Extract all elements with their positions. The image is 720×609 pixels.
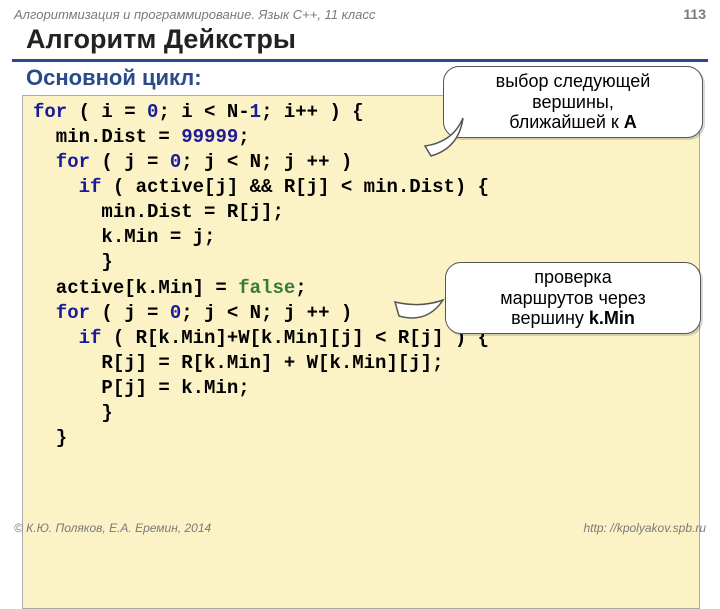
code-num: 0 <box>147 101 158 123</box>
code-text: ; i < N- <box>158 101 249 123</box>
callout-text: проверка <box>534 267 611 287</box>
source-url: http: //kpolyakov.spb.ru <box>583 521 706 535</box>
code-text: active[k.Min] = <box>33 277 238 299</box>
callout-tail-icon <box>393 294 453 344</box>
slide-header: Алгоритмизация и программирование. Язык … <box>0 0 720 24</box>
callout-text: ближайшей к <box>509 112 624 132</box>
callout-tail-icon <box>423 116 473 166</box>
code-text: ; <box>238 126 249 148</box>
callout-text: вершину <box>511 308 589 328</box>
callout-vertex-select: выбор следующей вершины, ближайшей к A <box>443 66 703 138</box>
code-kw: for <box>33 101 67 123</box>
code-text: R[j] = R[k.Min] + W[k.Min][j]; <box>33 352 443 374</box>
authors-label: © К.Ю. Поляков, Е.А. Еремин, 2014 <box>14 521 211 535</box>
code-text: k.Min = j; <box>33 226 215 248</box>
code-text: } <box>33 427 67 449</box>
code-text: ; <box>295 277 306 299</box>
slide-title: Алгоритм Дейкстры <box>12 24 708 62</box>
code-kw: if <box>33 176 101 198</box>
code-text: ; j < N; j ++ ) <box>181 151 352 173</box>
callout-route-check: проверка маршрутов через вершину k.Min <box>445 262 701 334</box>
code-text: ; i++ ) { <box>261 101 364 123</box>
code-num: 1 <box>250 101 261 123</box>
code-text: ( j = <box>90 302 170 324</box>
code-text: ( i = <box>67 101 147 123</box>
code-num: 0 <box>170 151 181 173</box>
code-text: min.Dist = <box>33 126 181 148</box>
code-text: min.Dist = R[j]; <box>33 201 284 223</box>
code-kw: for <box>33 302 90 324</box>
callout-bold: A <box>624 112 637 132</box>
callout-bold: k.Min <box>589 308 635 328</box>
page-number: 113 <box>683 6 706 22</box>
course-label: Алгоритмизация и программирование. Язык … <box>14 7 375 22</box>
callout-text: вершины, <box>532 92 614 112</box>
slide-footer: © К.Ю. Поляков, Е.А. Еремин, 2014 http: … <box>0 521 720 535</box>
code-text: ( active[j] && R[j] < min.Dist) { <box>101 176 489 198</box>
code-text: } <box>33 251 113 273</box>
code-kw: for <box>33 151 90 173</box>
code-text: P[j] = k.Min; <box>33 377 250 399</box>
callout-text: выбор следующей <box>496 71 651 91</box>
code-text: } <box>33 402 113 424</box>
code-kw: if <box>33 327 101 349</box>
code-bool: false <box>238 277 295 299</box>
code-text: ( j = <box>90 151 170 173</box>
code-num: 99999 <box>181 126 238 148</box>
code-num: 0 <box>170 302 181 324</box>
code-text: ; j < N; j ++ ) <box>181 302 352 324</box>
callout-text: маршрутов через <box>500 288 646 308</box>
